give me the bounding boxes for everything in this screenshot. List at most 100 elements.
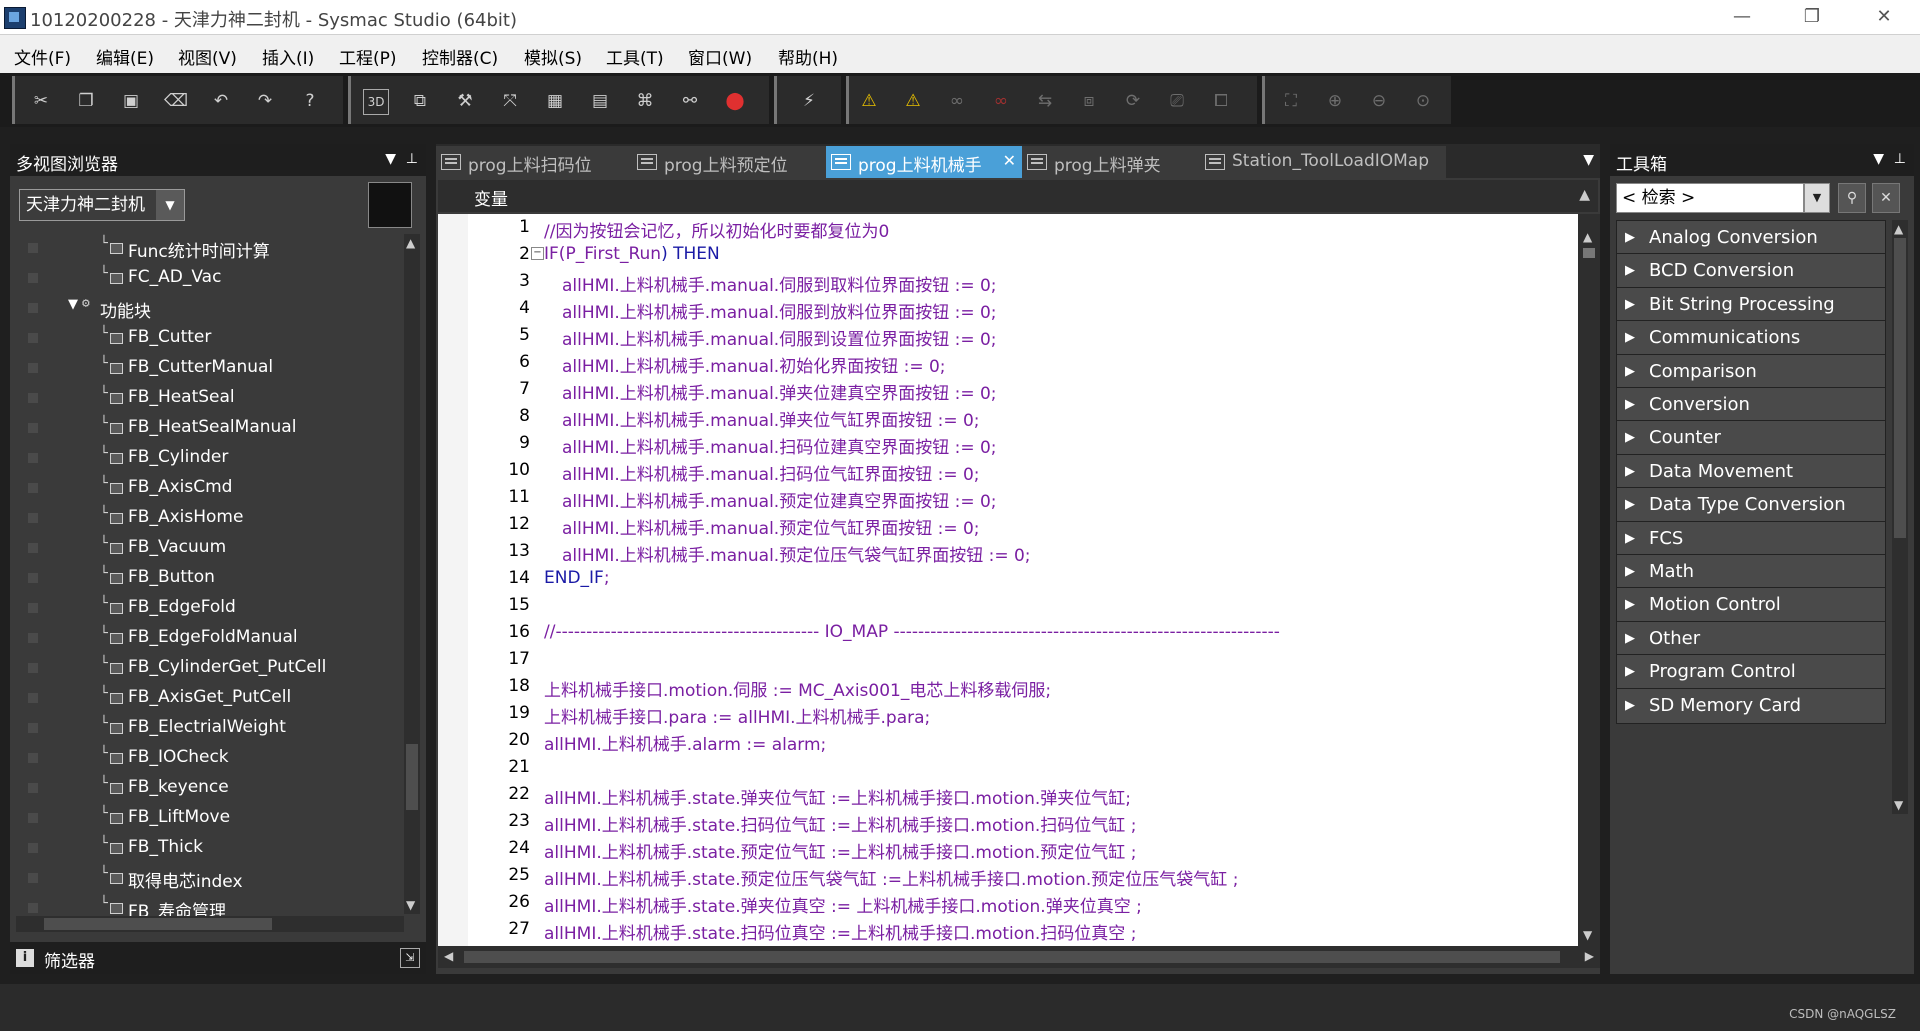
- expand-icon[interactable]: ▶: [1625, 497, 1635, 512]
- code-line[interactable]: 14 END_IF;: [438, 565, 1578, 592]
- transfer-icon[interactable]: ⇆: [1033, 89, 1057, 113]
- toolbox-category[interactable]: ▶ SD Memory Card: [1616, 687, 1886, 724]
- wand-icon[interactable]: ⚡: [797, 89, 821, 113]
- menu-edit[interactable]: 编辑(E): [96, 44, 154, 69]
- expand-icon[interactable]: ▶: [1625, 230, 1635, 245]
- expand-icon[interactable]: ▶: [1625, 531, 1635, 546]
- tree-item[interactable]: └ FB_EdgeFold: [16, 594, 406, 622]
- menu-simulation[interactable]: 模拟(S): [524, 44, 582, 69]
- toolbox-category[interactable]: ▶ Communications: [1616, 320, 1886, 357]
- project-dropdown[interactable]: 天津力神二封机 ▼: [19, 189, 185, 221]
- filter-toggle-icon[interactable]: ⇲: [400, 948, 420, 968]
- error-icon[interactable]: ⬤: [723, 89, 747, 113]
- sync-icon[interactable]: ⟳: [1121, 89, 1145, 113]
- redo-icon[interactable]: ↷: [253, 89, 277, 113]
- explorer-hscroll[interactable]: [16, 916, 404, 932]
- grid-icon[interactable]: ▦: [543, 89, 567, 113]
- code-line[interactable]: 3 allHMI.上料机械手.manual.伺服到取料位界面按钮 := 0;: [438, 268, 1578, 296]
- paste-icon[interactable]: ▣: [119, 89, 143, 113]
- toolbox-category[interactable]: ▶ Conversion: [1616, 387, 1886, 423]
- tab-prog-robot[interactable]: prog上料机械手 ✕: [826, 146, 1022, 178]
- compare-icon[interactable]: ⧈: [1077, 89, 1101, 113]
- code-vscroll-thumb[interactable]: [1583, 248, 1595, 258]
- code-vscroll[interactable]: ▲ ▼: [1578, 214, 1600, 946]
- tree-item[interactable]: └ FB_AxisHome: [16, 504, 406, 532]
- code-hscroll-thumb[interactable]: [464, 951, 1560, 963]
- tree-item[interactable]: └ FB_HeatSealManual: [16, 414, 406, 442]
- toolbox-vscroll[interactable]: ▲ ▼: [1892, 220, 1908, 814]
- copy-icon[interactable]: ❐: [74, 89, 98, 113]
- zoom-reset-icon[interactable]: ⊙: [1411, 89, 1435, 113]
- toolbox-category[interactable]: ▶ Motion Control: [1616, 587, 1886, 624]
- expand-icon[interactable]: ▶: [1625, 597, 1635, 612]
- expand-icon[interactable]: ▶: [1625, 564, 1635, 579]
- expand-icon[interactable]: ▶: [1625, 263, 1635, 278]
- expand-icon[interactable]: ▼: [68, 297, 78, 312]
- code-line[interactable]: 17: [438, 646, 1578, 673]
- code-line[interactable]: 19 上料机械手接口.para := allHMI.上料机械手.para;: [438, 700, 1578, 728]
- collapse-icon[interactable]: ▲: [1579, 187, 1590, 203]
- tree-item[interactable]: └ FB_HeatSeal: [16, 384, 406, 412]
- tree-item[interactable]: └ FB_Thick: [16, 834, 406, 862]
- toolbox-category[interactable]: ▶ Comparison: [1616, 353, 1886, 390]
- binoculars-icon[interactable]: ⚯: [678, 89, 702, 113]
- tree-item[interactable]: └ FB_Vacuum: [16, 534, 406, 562]
- expand-icon[interactable]: ▶: [1625, 330, 1635, 345]
- menu-project[interactable]: 工程(P): [339, 44, 397, 69]
- search-icon[interactable]: ⚲: [1838, 183, 1866, 213]
- tree-item[interactable]: └ FC_AD_Vac: [16, 264, 406, 292]
- code-line[interactable]: 6 allHMI.上料机械手.manual.初始化界面按钮 := 0;: [438, 349, 1578, 377]
- toolbox-vscroll-thumb[interactable]: [1894, 238, 1906, 538]
- code-line[interactable]: 2− IF(P_First_Run) THEN: [438, 241, 1578, 268]
- tree-item[interactable]: └ FB_Cutter: [16, 324, 406, 352]
- tree-item[interactable]: └ 取得电芯index: [16, 864, 406, 892]
- 3d-icon[interactable]: 3D: [363, 89, 389, 115]
- code-line[interactable]: 27 allHMI.上料机械手.state.扫码位真空 :=上料机械手接口.mot…: [438, 916, 1578, 944]
- code-line[interactable]: 10 allHMI.上料机械手.manual.扫码位气缸界面按钮 := 0;: [438, 457, 1578, 485]
- clear-search-icon[interactable]: ✕: [1872, 183, 1900, 213]
- network-icon[interactable]: ⌘: [633, 89, 657, 113]
- window-icon[interactable]: ⧉: [408, 89, 432, 113]
- explorer-hscroll-thumb[interactable]: [44, 918, 272, 930]
- pin-icon[interactable]: ⊥: [1894, 151, 1906, 167]
- code-line[interactable]: 1 //因为按钮会记忆，所以初始化时要都复位为0: [438, 214, 1578, 242]
- code-line[interactable]: 20 allHMI.上料机械手.alarm := alarm;: [438, 727, 1578, 755]
- scroll-up-icon[interactable]: ▲: [1894, 222, 1903, 236]
- code-line[interactable]: 11 allHMI.上料机械手.manual.预定位建真空界面按钮 := 0;: [438, 484, 1578, 512]
- code-line[interactable]: 21: [438, 754, 1578, 781]
- toolbox-search-input[interactable]: < 检索 >: [1616, 183, 1804, 213]
- toolbox-category[interactable]: ▶ Analog Conversion: [1616, 220, 1886, 256]
- delete-icon[interactable]: ⌫: [164, 89, 188, 113]
- warning-icon[interactable]: ⚠: [857, 89, 881, 113]
- code-line[interactable]: 13 allHMI.上料机械手.manual.预定位压气袋气缸界面按钮 := 0;: [438, 538, 1578, 566]
- expand-icon[interactable]: ▶: [1625, 397, 1635, 412]
- tree-item[interactable]: └ FB_CutterManual: [16, 354, 406, 382]
- code-line[interactable]: 23 allHMI.上料机械手.state.扫码位气缸 :=上料机械手接口.mot…: [438, 808, 1578, 836]
- toolbox-category[interactable]: ▶ Program Control: [1616, 654, 1886, 691]
- close-window-button[interactable]: ✕: [1858, 0, 1910, 34]
- toolbox-category[interactable]: ▶ Math: [1616, 554, 1886, 590]
- expand-icon[interactable]: ▶: [1625, 631, 1635, 646]
- toolbox-category[interactable]: ▶ Data Type Conversion: [1616, 487, 1886, 524]
- fold-icon[interactable]: −: [531, 247, 544, 260]
- expand-icon[interactable]: ▶: [1625, 664, 1635, 679]
- code-hscroll[interactable]: ◀ ▶: [438, 946, 1600, 968]
- offline-icon[interactable]: ∞: [989, 89, 1013, 113]
- cut-icon[interactable]: ✂: [29, 89, 53, 113]
- code-editor[interactable]: 1//因为按钮会记忆，所以初始化时要都复位为0 2− IF(P_First_Run)…: [438, 214, 1578, 946]
- code-line[interactable]: 8 allHMI.上料机械手.manual.弹夹位气缸界面按钮 := 0;: [438, 403, 1578, 431]
- tree-item[interactable]: └ FB_CylinderGet_PutCell: [16, 654, 406, 682]
- fit-icon[interactable]: ⛶: [1279, 89, 1303, 113]
- toolbox-category[interactable]: ▶ FCS: [1616, 520, 1886, 557]
- code-line[interactable]: 16 //------------------------------------…: [438, 619, 1578, 646]
- panel-menu-icon[interactable]: ▼: [385, 151, 396, 167]
- crossref-icon[interactable]: ⤧: [498, 89, 522, 113]
- menu-window[interactable]: 窗口(W): [688, 44, 752, 69]
- panel-menu-icon[interactable]: ▼: [1873, 151, 1884, 167]
- zoom-out-icon[interactable]: ⊖: [1367, 89, 1391, 113]
- menu-view[interactable]: 视图(V): [178, 44, 237, 69]
- scroll-up-icon[interactable]: ▲: [1583, 230, 1592, 244]
- zoom-in-icon[interactable]: ⊕: [1323, 89, 1347, 113]
- tab-prog-scan[interactable]: prog上料扫码位: [436, 146, 632, 178]
- code-line[interactable]: 24 allHMI.上料机械手.state.预定位气缸 :=上料机械手接口.mot…: [438, 835, 1578, 863]
